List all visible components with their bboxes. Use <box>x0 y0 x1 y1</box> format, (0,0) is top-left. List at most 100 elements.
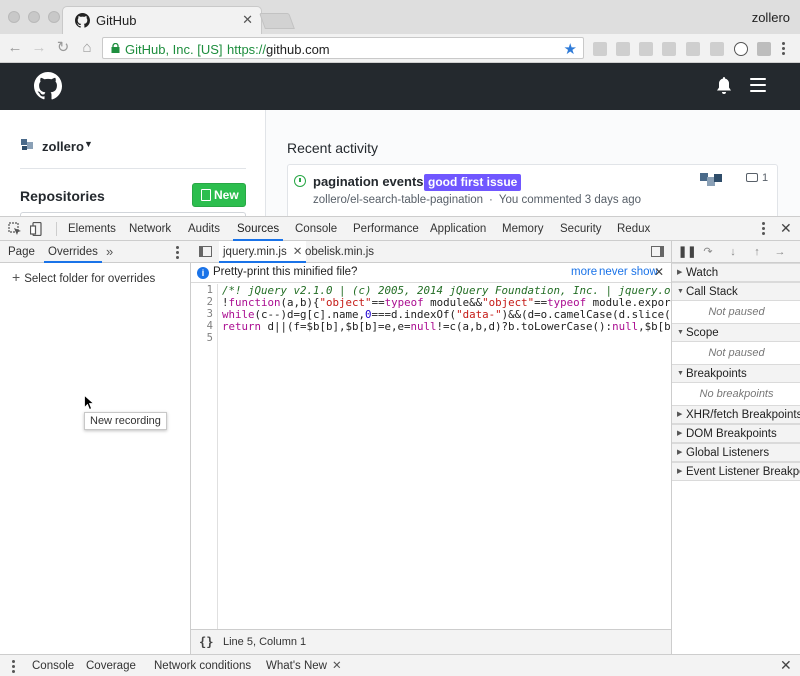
tab-overrides[interactable]: Overrides <box>44 241 102 263</box>
tab-close-icon[interactable]: ✕ <box>242 12 253 28</box>
browser-menu-icon[interactable] <box>782 42 785 55</box>
tab-audits[interactable]: Audits <box>188 217 220 241</box>
browser-tab[interactable]: GitHub ✕ <box>62 6 262 35</box>
avatar[interactable] <box>698 171 724 189</box>
code-area[interactable]: 1 2 3 4 5 /*! jQuery v2.1.0 | (c) 2005, … <box>191 284 671 629</box>
breakpoints-pane-header[interactable]: ▼ Breakpoints <box>672 364 800 383</box>
line-gutter[interactable]: 1 2 3 4 5 <box>191 284 218 629</box>
step-out-icon[interactable]: ↑ <box>750 245 764 259</box>
navigator-menu-icon[interactable] <box>176 246 179 261</box>
inspect-element-icon[interactable] <box>8 222 22 236</box>
tab-memory[interactable]: Memory <box>502 217 544 241</box>
line-number[interactable]: 4 <box>207 320 213 332</box>
drawer-tab-network-conditions[interactable]: Network conditions <box>154 655 251 676</box>
extension-icon[interactable] <box>662 42 676 56</box>
notifications-bell-icon[interactable] <box>716 77 732 95</box>
home-icon[interactable]: ⌂ <box>78 39 96 57</box>
extension-icon[interactable] <box>639 42 653 56</box>
drawer-menu-icon[interactable] <box>12 660 15 675</box>
caret-right-icon: ▶ <box>677 430 683 437</box>
toggle-debugger-icon[interactable] <box>651 246 664 257</box>
account-switcher[interactable]: zollero <box>42 139 84 154</box>
extension-icon[interactable] <box>757 42 771 56</box>
issue-label-badge[interactable]: good first issue <box>424 174 522 191</box>
editor-tab-jquery[interactable]: jquery.min.js ✕ <box>219 241 307 263</box>
repo-link[interactable]: zollero/el-search-table-pagination <box>313 194 483 206</box>
watch-pane-header[interactable]: ▶ Watch <box>672 263 800 282</box>
drawer-tab-console[interactable]: Console <box>32 655 74 676</box>
maximize-window-button[interactable] <box>48 11 60 23</box>
close-drawer-tab-icon[interactable]: ✕ <box>332 660 342 672</box>
extension-icon[interactable] <box>686 42 700 56</box>
drawer-tab-whats-new[interactable]: What's New ✕ <box>262 655 346 676</box>
pause-icon[interactable]: ❚❚ <box>678 245 696 259</box>
avatar[interactable] <box>20 137 36 153</box>
devtools-drawer: Console Coverage Network conditions What… <box>0 654 800 676</box>
call-stack-pane-header[interactable]: ▼ Call Stack <box>672 282 800 301</box>
url-text[interactable]: https://github.com <box>227 42 330 57</box>
hamburger-menu-icon[interactable] <box>750 78 766 92</box>
never-show-link[interactable]: never show <box>599 266 658 278</box>
tab-elements[interactable]: Elements <box>68 217 116 241</box>
more-tabs-icon[interactable]: » <box>106 241 113 263</box>
extension-icon[interactable] <box>710 42 724 56</box>
step-icon[interactable]: → <box>773 245 787 259</box>
drawer-tab-coverage[interactable]: Coverage <box>86 655 136 676</box>
chevron-down-icon[interactable]: ▼ <box>84 139 93 149</box>
tab-network[interactable]: Network <box>129 217 171 241</box>
profile-name[interactable]: zollero <box>752 10 790 25</box>
event-listener-breakpoints-pane-header[interactable]: ▶Event Listener Breakpoints <box>672 462 800 481</box>
tab-console[interactable]: Console <box>295 217 337 241</box>
address-bar[interactable]: GitHub, Inc. [US] https://github.com ★ <box>102 37 584 59</box>
close-drawer-icon[interactable]: ✕ <box>780 657 792 674</box>
caret-down-icon: ▼ <box>677 329 684 336</box>
devtools-menu-icon[interactable] <box>762 222 765 236</box>
reload-icon[interactable]: ↻ <box>54 39 72 57</box>
step-over-icon[interactable]: ↷ <box>701 245 715 259</box>
line-number[interactable]: 2 <box>207 296 213 308</box>
call-stack-status: Not paused <box>708 306 765 318</box>
tab-security[interactable]: Security <box>560 217 602 241</box>
back-icon[interactable]: ← <box>6 39 24 57</box>
new-repository-button[interactable]: New <box>192 183 246 207</box>
github-logo-icon[interactable] <box>34 72 62 100</box>
line-number[interactable]: 5 <box>207 332 213 344</box>
step-into-icon[interactable]: ↓ <box>726 245 740 259</box>
device-toolbar-icon[interactable] <box>30 222 44 236</box>
issue-title-link[interactable]: pagination events <box>313 174 424 189</box>
close-infobar-icon[interactable]: ✕ <box>654 265 664 279</box>
editor-tab-obelisk[interactable]: obelisk.min.js <box>305 241 374 263</box>
open-issue-icon <box>294 175 306 187</box>
new-tab-button[interactable] <box>259 13 295 29</box>
tab-sources[interactable]: Sources <box>233 217 284 241</box>
line-number[interactable]: 1 <box>207 284 213 296</box>
toggle-navigator-icon[interactable] <box>199 246 212 257</box>
tab-redux[interactable]: Redux <box>617 217 650 241</box>
line-number[interactable]: 3 <box>207 308 213 320</box>
scope-status: Not paused <box>708 347 765 359</box>
global-listeners-pane-header[interactable]: ▶ Global Listeners <box>672 443 800 462</box>
extension-icon[interactable] <box>616 42 630 56</box>
xhr-breakpoints-pane-header[interactable]: ▶ XHR/fetch Breakpoints <box>672 405 800 424</box>
recent-activity-heading: Recent activity <box>287 140 379 156</box>
dom-breakpoints-pane-header[interactable]: ▶ DOM Breakpoints <box>672 424 800 443</box>
close-file-icon[interactable]: ✕ <box>293 246 303 258</box>
bookmark-star-icon[interactable]: ★ <box>564 40 577 58</box>
tab-performance[interactable]: Performance <box>353 217 419 241</box>
pretty-print-button[interactable]: {} <box>199 635 213 649</box>
comment-count[interactable]: 1 <box>746 172 768 184</box>
close-window-button[interactable] <box>8 11 20 23</box>
select-folder-button[interactable]: + Select folder for overrides <box>12 269 155 285</box>
extension-icon[interactable] <box>734 42 748 56</box>
lock-icon <box>111 43 120 53</box>
repo-book-icon <box>201 189 211 201</box>
forward-icon[interactable]: → <box>30 39 48 57</box>
more-link[interactable]: more <box>571 266 597 278</box>
close-devtools-icon[interactable]: ✕ <box>780 220 792 237</box>
tab-page[interactable]: Page <box>8 241 35 263</box>
minimize-window-button[interactable] <box>28 11 40 23</box>
tab-application[interactable]: Application <box>430 217 486 241</box>
extension-icon[interactable] <box>593 42 607 56</box>
scope-pane-header[interactable]: ▼ Scope <box>672 323 800 342</box>
code-line: return d||(f=$b[b],$b[b]=e,e=null!=c(a,b… <box>222 320 671 333</box>
